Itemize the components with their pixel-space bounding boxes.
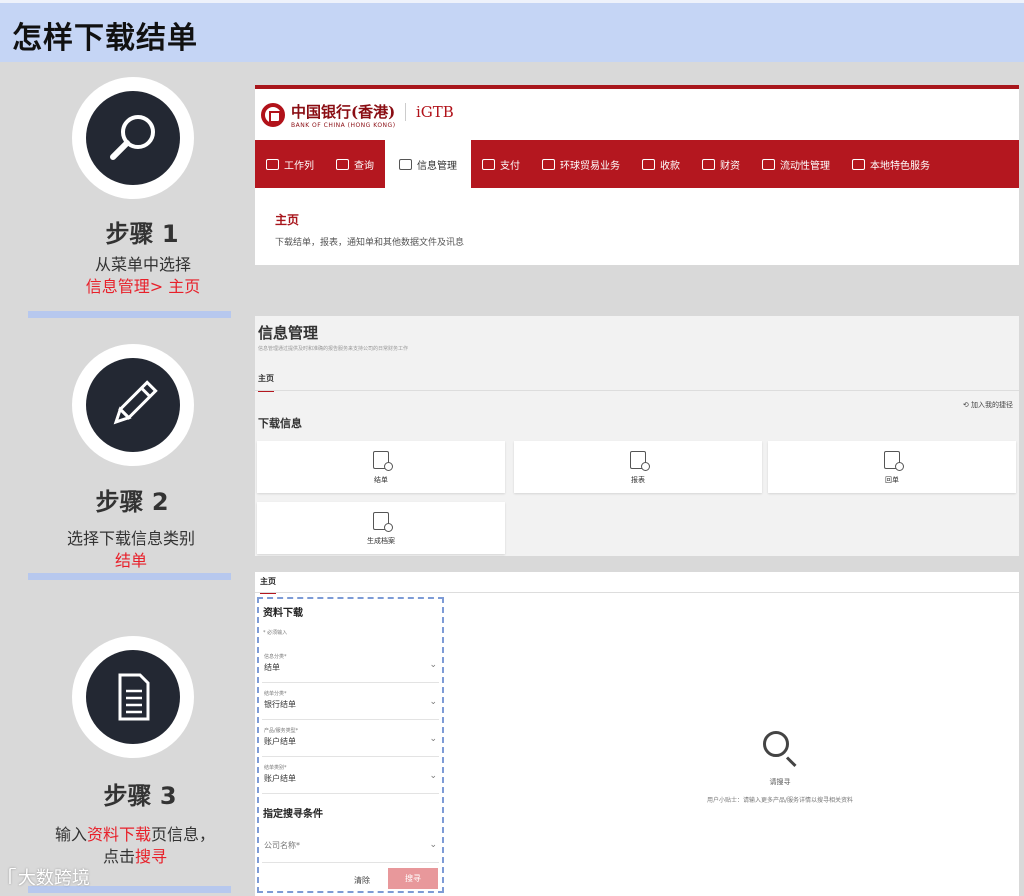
criteria-title: 指定搜寻条件 — [263, 809, 323, 820]
search-results-area: 请搜寻 用户小贴士：请输入更多产品/服务详情以搜寻相关资料 — [445, 594, 1019, 896]
form-title: 资料下载 — [263, 608, 303, 619]
clear-button[interactable]: 清除 — [354, 875, 370, 886]
card-report[interactable]: 报表 — [514, 441, 762, 493]
chevron-down-icon: ⌄ — [429, 771, 437, 781]
briefcase-icon — [266, 158, 279, 170]
step1-desc: 从菜单中选择 信息管理> 主页 — [85, 255, 201, 296]
nav-item-worklist[interactable]: 工作列 — [255, 140, 325, 188]
step2-circle — [72, 344, 194, 466]
watermark: ᥬ 大数跨境 — [8, 868, 90, 889]
step2-desc: 选择下载信息类别 结单 — [66, 529, 195, 570]
statement-icon — [373, 451, 393, 471]
pencil-icon — [113, 380, 158, 425]
receipt-icon — [884, 451, 904, 471]
nav-item-collection[interactable]: 收款 — [631, 140, 691, 188]
chevron-down-icon: ⌄ — [429, 840, 437, 850]
nav-item-inquiry[interactable]: 查询 — [325, 140, 385, 188]
screenshot-menu-panel: 中国银行(香港) BANK OF CHINA (HONG KONG) iGTB … — [255, 85, 1019, 265]
statement-category-select[interactable]: 结单分类* 银行结单 ⌄ — [262, 686, 439, 720]
folder-icon — [399, 158, 412, 170]
report-icon — [630, 451, 650, 471]
boc-logo-en: BANK OF CHINA (HONG KONG) — [291, 122, 396, 129]
collection-icon — [642, 158, 655, 170]
tab-divider — [255, 390, 1019, 391]
link-icon: ⟲ — [962, 401, 971, 409]
nav-item-treasury[interactable]: 财资 — [691, 140, 751, 188]
boc-logo: 中国银行(香港) BANK OF CHINA (HONG KONG) — [261, 101, 396, 129]
generate-file-icon — [373, 512, 393, 532]
igtb-logo: iGTB — [405, 103, 454, 121]
step-separator — [28, 311, 231, 318]
section-title: 信息管理 — [258, 324, 319, 342]
tab-divider — [255, 592, 1019, 593]
nav-item-liquidity[interactable]: 流动性管理 — [751, 140, 841, 188]
boc-logo-icon — [261, 103, 285, 127]
step3-desc: 输入资料下载页信息， 点击搜寻 — [54, 825, 216, 866]
nav-item-info-management[interactable]: 信息管理 — [385, 140, 471, 188]
statement-type-select[interactable]: 结单类别* 账户结单 ⌄ — [262, 760, 439, 794]
required-note: * 必须输入 — [263, 630, 288, 636]
page-header: 怎样下载结单 — [0, 0, 1024, 62]
card-generate-file[interactable]: 生成档案 — [257, 502, 505, 554]
search-icon — [763, 731, 789, 757]
chevron-down-icon: ⌄ — [429, 697, 437, 707]
add-shortcut-link[interactable]: ⟲ 加入我的捷径 — [963, 400, 1013, 410]
step3-circle — [72, 636, 194, 758]
globe-icon — [542, 158, 555, 170]
magnifier-icon — [110, 115, 155, 160]
main-nav: 工作列 查询 信息管理 支付 环球贸易业务 收款 财资 流动性管理 本地特色服务 — [255, 140, 1019, 188]
info-category-select[interactable]: 信息分类* 结单 ⌄ — [262, 649, 439, 683]
search-prompt: 请搜寻 — [769, 778, 791, 786]
page-title: 怎样下载结单 — [12, 21, 198, 56]
payment-icon — [482, 158, 495, 170]
card-statement[interactable]: 结单 — [257, 441, 505, 493]
step2-title: 步骤 2 — [95, 488, 169, 516]
download-info-heading: 下载信息 — [258, 417, 302, 430]
section-subtitle: 信息管理通过提供及时和准确的报告服务来支持公司的日常财务工作 — [258, 346, 409, 352]
nav-item-local-services[interactable]: 本地特色服务 — [841, 140, 941, 188]
watermark-logo-icon: ᥬ — [8, 868, 18, 889]
company-name-select[interactable]: 公司名称* ⌄ — [262, 829, 439, 863]
boc-logo-cn: 中国银行(香港) — [291, 103, 396, 121]
search-button[interactable]: 搜寻 — [388, 868, 438, 889]
home-description: 下载结单，报表，通知单和其他数据文件及讯息 — [275, 238, 465, 248]
step1-title: 步骤 1 — [105, 220, 179, 248]
card-receipt[interactable]: 回单 — [768, 441, 1016, 493]
document-icon — [118, 673, 150, 721]
bank-icon — [852, 158, 865, 170]
product-type-select[interactable]: 产品/服务类型* 账户结单 ⌄ — [262, 723, 439, 757]
treasury-icon — [702, 158, 715, 170]
step1-circle — [72, 77, 194, 199]
screenshot-info-management-panel: 信息管理 信息管理通过提供及时和准确的报告服务来支持公司的日常财务工作 主页 ⟲… — [255, 316, 1019, 556]
data-download-form: 资料下载 * 必须输入 信息分类* 结单 ⌄ 结单分类* 银行结单 ⌄ 产品/服务类型*… — [257, 597, 444, 893]
chevron-down-icon: ⌄ — [429, 734, 437, 744]
home-link[interactable]: 主页 — [275, 211, 299, 228]
step-separator — [28, 573, 231, 580]
nav-item-global-trade[interactable]: 环球贸易业务 — [531, 140, 631, 188]
inquiry-icon — [336, 158, 349, 170]
nav-item-payment[interactable]: 支付 — [471, 140, 531, 188]
chevron-down-icon: ⌄ — [429, 660, 437, 670]
dollar-icon — [762, 158, 775, 170]
search-tip: 用户小贴士：请输入更多产品/服务详情以搜寻相关资料 — [706, 797, 854, 804]
screenshot-data-download-panel: 主页 资料下载 * 必须输入 信息分类* 结单 ⌄ 结单分类* 银行结单 ⌄ 产品/服务… — [255, 572, 1019, 896]
step3-title: 步骤 3 — [103, 782, 177, 810]
